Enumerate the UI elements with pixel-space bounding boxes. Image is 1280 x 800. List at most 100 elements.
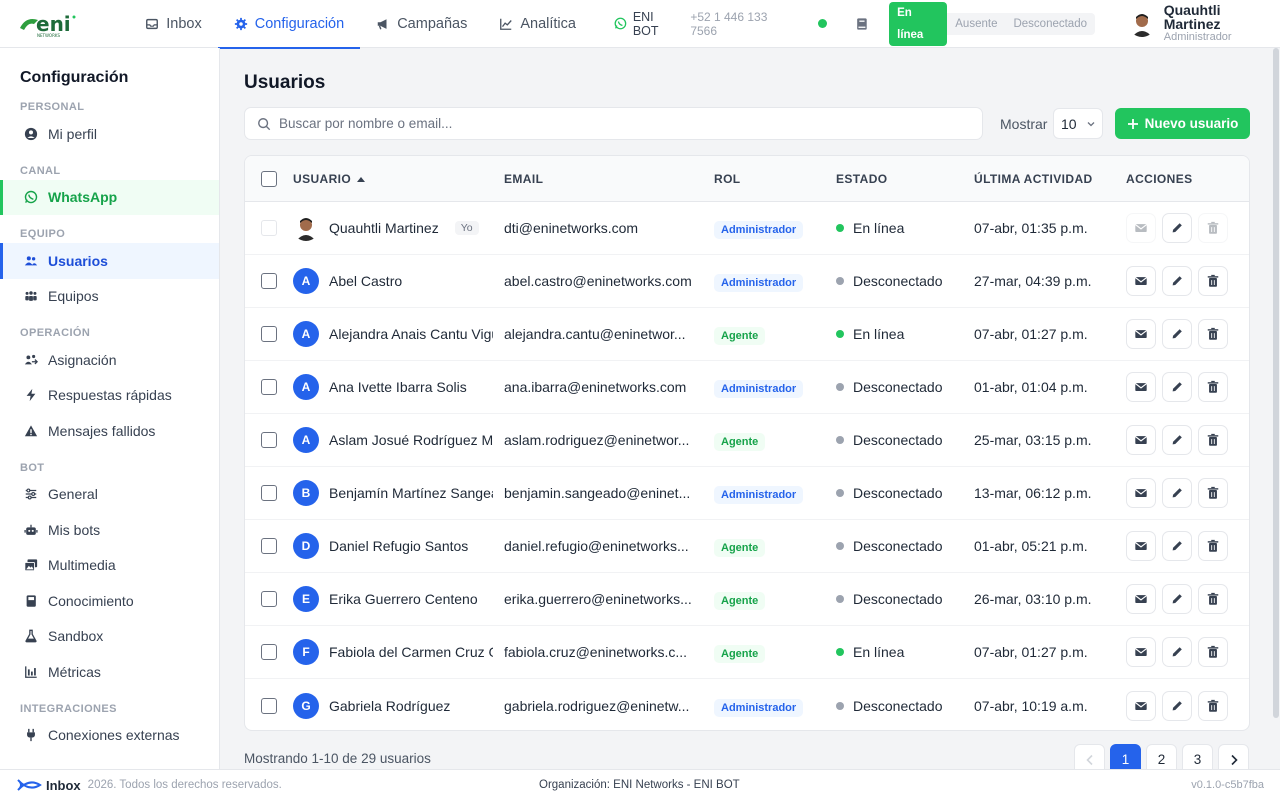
email-user-button[interactable] xyxy=(1126,478,1156,508)
sidebar-item-mensajes-fallidos[interactable]: Mensajes fallidos xyxy=(0,413,219,449)
column-user[interactable]: USUARIO xyxy=(293,172,366,186)
book-icon[interactable] xyxy=(855,17,869,31)
delete-user-button[interactable] xyxy=(1198,372,1228,402)
images-icon xyxy=(24,558,38,572)
email-user-button[interactable] xyxy=(1126,425,1156,455)
flask-icon xyxy=(24,629,38,643)
delete-user-button[interactable] xyxy=(1198,319,1228,349)
row-checkbox[interactable] xyxy=(261,485,277,501)
select-all-checkbox[interactable] xyxy=(261,170,277,187)
row-checkbox[interactable] xyxy=(261,379,277,395)
edit-user-button[interactable] xyxy=(1162,425,1192,455)
sidebar-item-respuestas-rapidas[interactable]: Respuestas rápidas xyxy=(0,378,219,414)
trash-icon xyxy=(1206,380,1220,394)
sidebar-item-equipos[interactable]: Equipos xyxy=(0,279,219,315)
table-row[interactable]: A Alejandra Anais Cantu Vigu alejandra.can… xyxy=(245,308,1249,361)
sidebar-item-label: Asignación xyxy=(48,351,117,368)
new-user-button[interactable]: Nuevo usuario xyxy=(1115,108,1250,139)
sidebar-item-conexiones-externas[interactable]: Conexiones externas xyxy=(0,718,219,754)
sidebar-item-asignacion[interactable]: Asignación xyxy=(0,342,219,378)
table-row[interactable]: D Daniel Refugio Santos daniel.refugio@eni… xyxy=(245,520,1249,573)
page-button[interactable]: 2 xyxy=(1146,744,1177,769)
edit-user-button[interactable] xyxy=(1162,213,1192,243)
row-checkbox[interactable] xyxy=(261,273,277,289)
delete-user-button[interactable] xyxy=(1198,584,1228,614)
email-user-button[interactable] xyxy=(1126,584,1156,614)
last-activity: 07-abr, 01:35 p.m. xyxy=(974,220,1088,236)
status-dot xyxy=(836,648,844,656)
row-checkbox[interactable] xyxy=(261,432,277,448)
row-checkbox[interactable] xyxy=(261,326,277,342)
table-row[interactable]: E Erika Guerrero Centeno erika.guerrero@en… xyxy=(245,573,1249,626)
search-input[interactable] xyxy=(279,116,959,131)
status-text: Desconectado xyxy=(853,485,943,501)
edit-user-button[interactable] xyxy=(1162,690,1192,721)
nav-configuracion[interactable]: Configuración xyxy=(217,0,361,49)
main-scrollbar[interactable] xyxy=(1272,48,1280,769)
user-email: gabriela.rodriguez@eninetw... xyxy=(504,697,690,714)
sidebar-item-usuarios[interactable]: Usuarios xyxy=(0,243,219,279)
page-button[interactable]: 3 xyxy=(1182,744,1213,769)
edit-user-button[interactable] xyxy=(1162,372,1192,402)
nav-inbox[interactable]: Inbox xyxy=(129,0,217,48)
edit-user-button[interactable] xyxy=(1162,319,1192,349)
delete-user-button xyxy=(1198,213,1228,243)
edit-user-button[interactable] xyxy=(1162,584,1192,614)
delete-user-button[interactable] xyxy=(1198,690,1228,721)
table-row[interactable]: B Benjamín Martínez Sangea benjamin.sangea… xyxy=(245,467,1249,520)
sidebar-item-sandbox[interactable]: Sandbox xyxy=(0,619,219,655)
table-row[interactable]: F Fabiola del Carmen Cruz G fabiola.cruz@e… xyxy=(245,626,1249,679)
sidebar-item-multimedia[interactable]: Multimedia xyxy=(0,548,219,584)
row-checkbox[interactable] xyxy=(261,538,277,554)
delete-user-button[interactable] xyxy=(1198,425,1228,455)
nav-campanas[interactable]: Campañas xyxy=(360,0,483,48)
current-user[interactable]: Quauhtli Martinez Administrador xyxy=(1129,3,1280,44)
edit-user-button[interactable] xyxy=(1162,478,1192,508)
prev-page-button[interactable] xyxy=(1074,744,1105,769)
sidebar-item-metricas[interactable]: Métricas xyxy=(0,654,219,690)
table-row[interactable]: Quauhtli Martinez Yo dti@eninetworks.com Ad… xyxy=(245,202,1249,255)
table-row[interactable]: A Abel Castro abel.castro@eninetworks.com A… xyxy=(245,255,1249,308)
email-user-button[interactable] xyxy=(1126,690,1156,721)
page-size-select[interactable]: 10 xyxy=(1053,108,1103,139)
team-icon xyxy=(24,289,38,303)
email-user-button[interactable] xyxy=(1126,266,1156,296)
sidebar-item-whatsapp[interactable]: WhatsApp xyxy=(0,179,219,215)
row-checkbox[interactable] xyxy=(261,697,277,714)
status-dot xyxy=(836,701,844,710)
delete-user-button[interactable] xyxy=(1198,637,1228,667)
last-activity: 25-mar, 03:15 p.m. xyxy=(974,432,1092,448)
eni-logo[interactable]: eni NETWORKS xyxy=(0,0,95,48)
delete-user-button[interactable] xyxy=(1198,266,1228,296)
status-option-2[interactable]: Desconectado xyxy=(1005,13,1095,35)
email-user-button[interactable] xyxy=(1126,319,1156,349)
page-button[interactable]: 1 xyxy=(1110,744,1141,769)
sidebar-item-mi-perfil[interactable]: Mi perfil xyxy=(0,116,219,152)
email-user-button[interactable] xyxy=(1126,372,1156,402)
sidebar-item-mis-bots[interactable]: Mis bots xyxy=(0,512,219,548)
delete-user-button[interactable] xyxy=(1198,531,1228,561)
scrollbar-thumb[interactable] xyxy=(1273,48,1279,718)
role-cell: Administrador xyxy=(714,485,804,504)
edit-user-button[interactable] xyxy=(1162,266,1192,296)
edit-user-button[interactable] xyxy=(1162,637,1192,667)
table-row[interactable]: G Gabriela Rodríguez gabriela.rodriguez@en… xyxy=(245,679,1249,730)
connection-status-dot xyxy=(818,19,828,28)
table-row[interactable]: A Ana Ivette Ibarra Solis ana.ibarra@enine… xyxy=(245,361,1249,414)
sidebar-item-conocimiento[interactable]: Conocimiento xyxy=(0,583,219,619)
next-page-button[interactable] xyxy=(1218,744,1249,769)
email-user-button[interactable] xyxy=(1126,531,1156,561)
edit-user-button[interactable] xyxy=(1162,531,1192,561)
status-option-1[interactable]: Ausente xyxy=(947,13,1005,35)
table-row[interactable]: A Aslam Josué Rodríguez Me aslam.rodriguez… xyxy=(245,414,1249,467)
role-cell: Administrador xyxy=(714,698,804,717)
email-user-button[interactable] xyxy=(1126,637,1156,667)
sidebar-item-general[interactable]: General xyxy=(0,477,219,513)
plus-icon xyxy=(1127,118,1138,129)
nav-analitica[interactable]: Analítica xyxy=(483,0,592,48)
delete-user-button[interactable] xyxy=(1198,478,1228,508)
status-cell: En línea xyxy=(836,644,904,660)
row-checkbox[interactable] xyxy=(261,591,277,607)
row-checkbox[interactable] xyxy=(261,644,277,660)
status-option-0[interactable]: En línea xyxy=(889,1,948,46)
